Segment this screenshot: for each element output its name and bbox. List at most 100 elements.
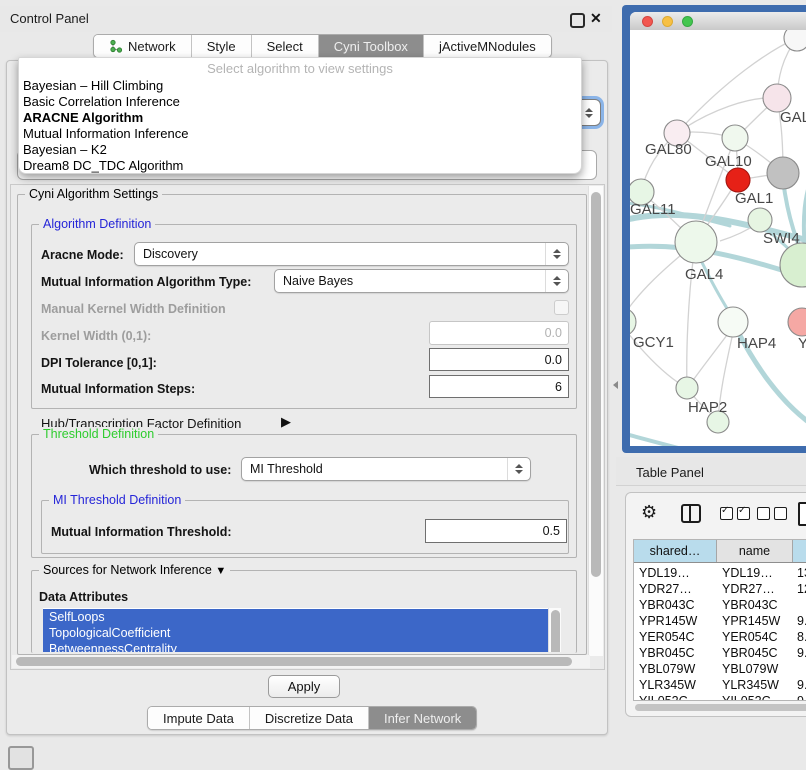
dropdown-item[interactable]: Bayesian – Hill Climbing [19,78,581,94]
network-window: GAL GAL80 GAL10 GAL1 GAL11 SWI4 GAL4 GCY… [622,5,806,453]
settings-scroll-pane: Cyni Algorithm Settings Algorithm Defini… [10,184,605,670]
table-rows: YDL19…YDL19…13 YDR27…YDR27…12 YBR043CYBR… [634,562,806,700]
aracne-mode-label: Aracne Mode: [41,248,124,262]
tab-discretize-data[interactable]: Discretize Data [250,707,369,729]
aracne-mode-combo[interactable]: Discovery [134,242,569,266]
manual-kernel-checkbox[interactable] [554,300,569,315]
mi-type-combo[interactable]: Naive Bayes [274,269,569,293]
apply-button[interactable]: Apply [268,675,340,698]
tab-impute-data[interactable]: Impute Data [148,707,250,729]
column-header-third[interactable]: A [793,540,806,562]
node-label: GAL [780,109,806,126]
algorithm-dropdown-placeholder: Select algorithm to view settings [19,58,581,78]
minimize-window-icon[interactable] [662,16,673,27]
split-columns-icon[interactable] [681,504,701,523]
tab-style[interactable]: Style [192,35,252,57]
mi-threshold-field[interactable]: 0.5 [425,519,567,543]
hub-expand-icon[interactable]: ▶ [281,414,291,430]
node-hap2[interactable] [676,377,698,399]
group-algorithm-definition-title: Algorithm Definition [39,217,155,231]
close-window-icon[interactable] [642,16,653,27]
node-label: HAP2 [688,399,727,416]
table-panel-titlebar: Table Panel [616,457,806,486]
control-panel-title: Control Panel [10,11,89,26]
group-threshold-definition-title: Threshold Definition [39,427,158,441]
settings-horizontal-scrollbar-thumb[interactable] [16,657,572,666]
table-panel-title: Table Panel [636,465,704,480]
dropdown-item[interactable]: Basic Correlation Inference [19,94,581,110]
kernel-width-field[interactable]: 0.0 [429,321,569,345]
node-gal4[interactable] [675,221,717,263]
select-all-columns-icon[interactable] [720,507,750,525]
mi-steps-label: Mutual Information Steps: [41,382,195,396]
manual-kernel-label: Manual Kernel Width Definition [41,302,226,316]
tab-select[interactable]: Select [252,35,319,57]
control-panel-tabbar: Network Style Select Cyni Toolbox jActiv… [93,34,552,58]
mi-threshold-label: Mutual Information Threshold: [51,525,232,539]
list-item-selected[interactable]: SelfLoops [43,609,554,625]
node-label: GAL1 [735,190,773,207]
node-label: HAP4 [737,335,776,352]
tab-infer-network[interactable]: Infer Network [369,707,476,729]
dropdown-item[interactable]: Bayesian – K2 [19,142,581,158]
kernel-width-label: Kernel Width (0,1): [41,329,151,343]
node-gal[interactable] [763,84,791,112]
which-threshold-value: MI Threshold [250,462,323,476]
control-panel-titlebar: Control Panel ✕ [0,6,612,32]
network-window-titlebar[interactable] [630,12,806,31]
tab-cyni-toolbox[interactable]: Cyni Toolbox [319,35,424,57]
deselect-all-columns-icon[interactable] [757,507,787,525]
group-cyni-algorithm-settings-title: Cyni Algorithm Settings [25,187,162,201]
mi-type-label: Mutual Information Algorithm Type: [41,275,251,289]
table-header-row: shared… name A [634,540,806,563]
settings-vertical-scrollbar-thumb[interactable] [591,192,601,577]
node-pink[interactable] [788,308,806,336]
node-gcy1[interactable] [630,308,636,336]
tab-jactivemnodules[interactable]: jActiveMNodules [424,35,551,57]
bottom-tabbar: Impute Data Discretize Data Infer Networ… [147,706,477,730]
sources-collapse-icon[interactable]: ▼ [215,565,226,577]
network-icon [109,39,123,53]
node-gal10[interactable] [722,125,748,151]
dpi-tolerance-field[interactable]: 0.0 [429,348,569,371]
zoom-window-icon[interactable] [682,16,693,27]
table-horizontal-scrollbar-thumb[interactable] [635,704,806,711]
split-pane-handle[interactable] [613,381,618,389]
which-threshold-combo[interactable]: MI Threshold [241,457,531,481]
new-function-icon[interactable] [798,502,806,526]
table-horizontal-scrollbar[interactable] [633,702,806,713]
node-label: Y [798,335,806,352]
node-label: GAL10 [705,153,752,170]
list-scrollbar[interactable] [548,608,561,652]
settings-horizontal-scrollbar[interactable] [12,655,590,668]
mi-steps-field[interactable]: 6 [429,375,569,398]
table-panel-region: Table Panel ⚙ shared… name A YDL19…YDL19… [616,457,806,762]
list-scrollbar-thumb[interactable] [551,610,560,652]
list-item-selected[interactable]: TopologicalCoefficient [43,625,554,641]
settings-vertical-scrollbar[interactable] [588,186,603,656]
tab-network[interactable]: Network [94,35,192,57]
float-panel-icon[interactable] [570,13,585,28]
node-swi4[interactable] [748,208,772,232]
dropdown-item-selected[interactable]: ARACNE Algorithm [19,110,581,126]
node-label: GAL80 [645,141,692,158]
node-big-green[interactable] [780,243,806,287]
combo-stepper-icon [545,270,568,292]
node-label: GAL11 [630,201,676,218]
list-item-selected[interactable]: BetweennessCentrality [43,641,554,652]
node[interactable] [784,30,806,51]
node-hap4[interactable] [718,307,748,337]
column-header-shared-name[interactable]: shared… [634,540,717,562]
close-panel-icon[interactable]: ✕ [590,10,602,27]
node-label: GAL4 [685,266,723,283]
gear-icon[interactable]: ⚙ [641,502,657,523]
dropdown-item[interactable]: Dream8 DC_TDC Algorithm [19,158,581,174]
dropdown-item[interactable]: Mutual Information Inference [19,126,581,142]
group-sources-title: Sources for Network Inference ▼ [39,563,230,577]
node-gal1[interactable] [726,168,750,192]
minimized-panel-icon[interactable] [8,746,34,770]
network-canvas[interactable]: GAL GAL80 GAL10 GAL1 GAL11 SWI4 GAL4 GCY… [630,30,806,446]
node-gray[interactable] [767,157,799,189]
column-header-name[interactable]: name [717,540,793,562]
combo-stepper-icon [545,243,568,265]
